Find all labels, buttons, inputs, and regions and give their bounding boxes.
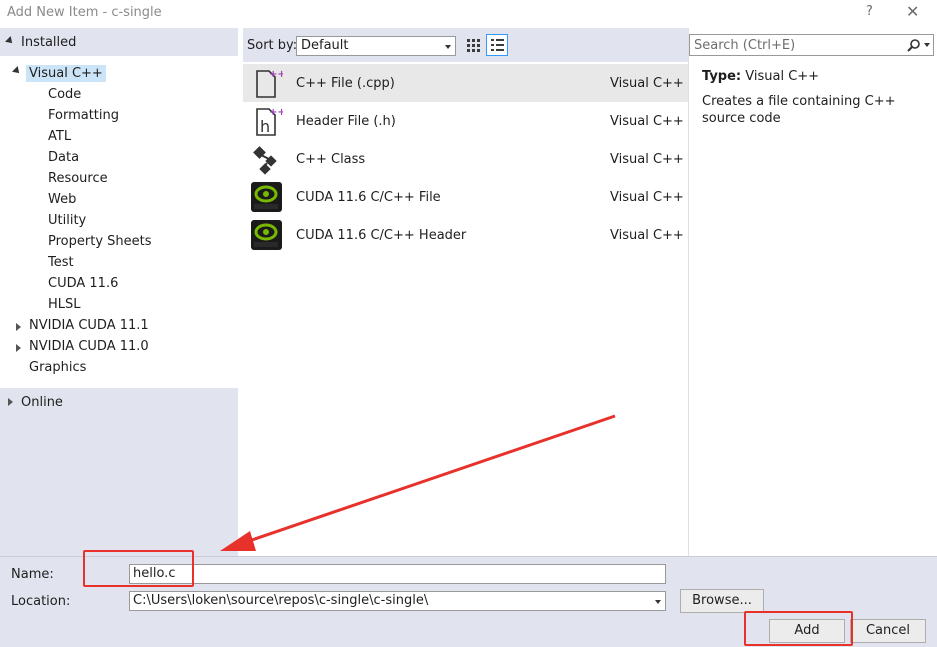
template-row[interactable]: C++ Class Visual C++ (243, 140, 688, 178)
tree-item[interactable]: Visual C++ (26, 65, 106, 82)
expand-down-icon[interactable] (12, 66, 22, 76)
search-box[interactable]: Search (Ctrl+E) (689, 34, 934, 56)
svg-text:++: ++ (269, 107, 283, 118)
list-view-icon (491, 39, 504, 51)
template-description: Creates a file containing C++ source cod… (702, 94, 896, 126)
sort-value: Default (301, 38, 349, 53)
nvidia-icon (251, 182, 282, 212)
template-row[interactable]: CUDA 11.6 C/C++ File Visual C++ (243, 178, 688, 216)
template-language: Visual C++ (610, 228, 684, 243)
template-name: C++ Class (296, 152, 366, 167)
help-button[interactable]: ? (866, 4, 873, 19)
close-button[interactable]: ✕ (906, 2, 919, 21)
annotation-box-name (83, 550, 194, 587)
template-row[interactable]: ++ C++ File (.cpp) Visual C++ (243, 64, 688, 102)
tree-item[interactable]: Test (48, 255, 74, 270)
tree-item[interactable]: HLSL (48, 297, 81, 312)
template-name: Header File (.h) (296, 114, 396, 129)
window-title: Add New Item - c-single (7, 5, 162, 20)
svg-text:h: h (260, 117, 270, 136)
title-bar: Add New Item - c-single ? ✕ (0, 0, 937, 28)
tree-item[interactable]: Data (48, 150, 79, 165)
template-language: Visual C++ (610, 190, 684, 205)
template-name: CUDA 11.6 C/C++ Header (296, 228, 467, 243)
grid-view-icon (467, 39, 480, 52)
type-value: Visual C++ (745, 69, 820, 84)
svg-text:++: ++ (269, 69, 283, 80)
small-icons-view-button[interactable] (462, 34, 484, 56)
template-name: CUDA 11.6 C/C++ File (296, 190, 441, 205)
template-language: Visual C++ (610, 114, 684, 129)
browse-button[interactable]: Browse... (680, 589, 764, 613)
online-section-header[interactable]: Online (0, 388, 238, 416)
left-panel-filler (0, 414, 238, 556)
online-label: Online (21, 395, 63, 410)
template-list: ++ C++ File (.cpp) Visual C++ h ++ Heade… (243, 62, 688, 556)
installed-section-header[interactable]: Installed (0, 28, 238, 56)
tree-item[interactable]: Utility (48, 213, 86, 228)
cancel-button[interactable]: Cancel (850, 619, 926, 643)
tree-item[interactable]: Property Sheets (48, 234, 152, 249)
tree-item[interactable]: Graphics (29, 360, 86, 375)
type-line: Type: Visual C++ (702, 69, 819, 84)
template-language: Visual C++ (610, 152, 684, 167)
chevron-down-icon (655, 600, 661, 604)
location-value: C:\Users\loken\source\repos\c-single\c-s… (133, 593, 429, 608)
tree-item[interactable]: NVIDIA CUDA 11.0 (29, 339, 149, 354)
header-file-icon: h ++ (256, 107, 283, 136)
location-label: Location: (11, 594, 71, 609)
chevron-down-icon (445, 45, 451, 49)
tree-item[interactable]: Code (48, 87, 81, 102)
name-label: Name: (11, 567, 54, 582)
details-panel: Search (Ctrl+E) Type: Visual C++ Creates… (688, 28, 937, 556)
nvidia-icon (251, 220, 282, 250)
list-view-button[interactable] (486, 34, 508, 56)
tree-item[interactable]: NVIDIA CUDA 11.1 (29, 318, 149, 333)
template-language: Visual C++ (610, 76, 684, 91)
tree-item[interactable]: ATL (48, 129, 71, 144)
sort-label: Sort by: (247, 38, 298, 53)
tree-item[interactable]: Web (48, 192, 76, 207)
expand-right-icon[interactable] (16, 323, 21, 331)
search-placeholder: Search (Ctrl+E) (694, 38, 796, 53)
annotation-box-add (744, 611, 853, 646)
category-tree-panel: Installed Visual C++ Code Formatting ATL Dat… (0, 28, 238, 556)
installed-label: Installed (21, 35, 77, 50)
search-icon[interactable] (907, 38, 933, 52)
expand-down-icon (5, 36, 15, 46)
type-label: Type: (702, 69, 742, 84)
template-row[interactable]: h ++ Header File (.h) Visual C++ (243, 102, 688, 140)
location-dropdown[interactable]: C:\Users\loken\source\repos\c-single\c-s… (129, 591, 666, 611)
cpp-class-icon (253, 146, 277, 175)
sort-toolbar: Sort by: Default (243, 28, 688, 62)
tree-item[interactable]: Formatting (48, 108, 119, 123)
cpp-file-icon: ++ (256, 69, 283, 98)
template-row[interactable]: CUDA 11.6 C/C++ Header Visual C++ (243, 216, 688, 254)
expand-right-icon[interactable] (16, 344, 21, 352)
sort-dropdown[interactable]: Default (296, 36, 456, 56)
tree-item[interactable]: CUDA 11.6 (48, 276, 118, 291)
expand-right-icon (8, 398, 13, 406)
name-input[interactable]: hello.c (129, 564, 666, 584)
tree-item[interactable]: Resource (48, 171, 108, 186)
template-name: C++ File (.cpp) (296, 76, 395, 91)
